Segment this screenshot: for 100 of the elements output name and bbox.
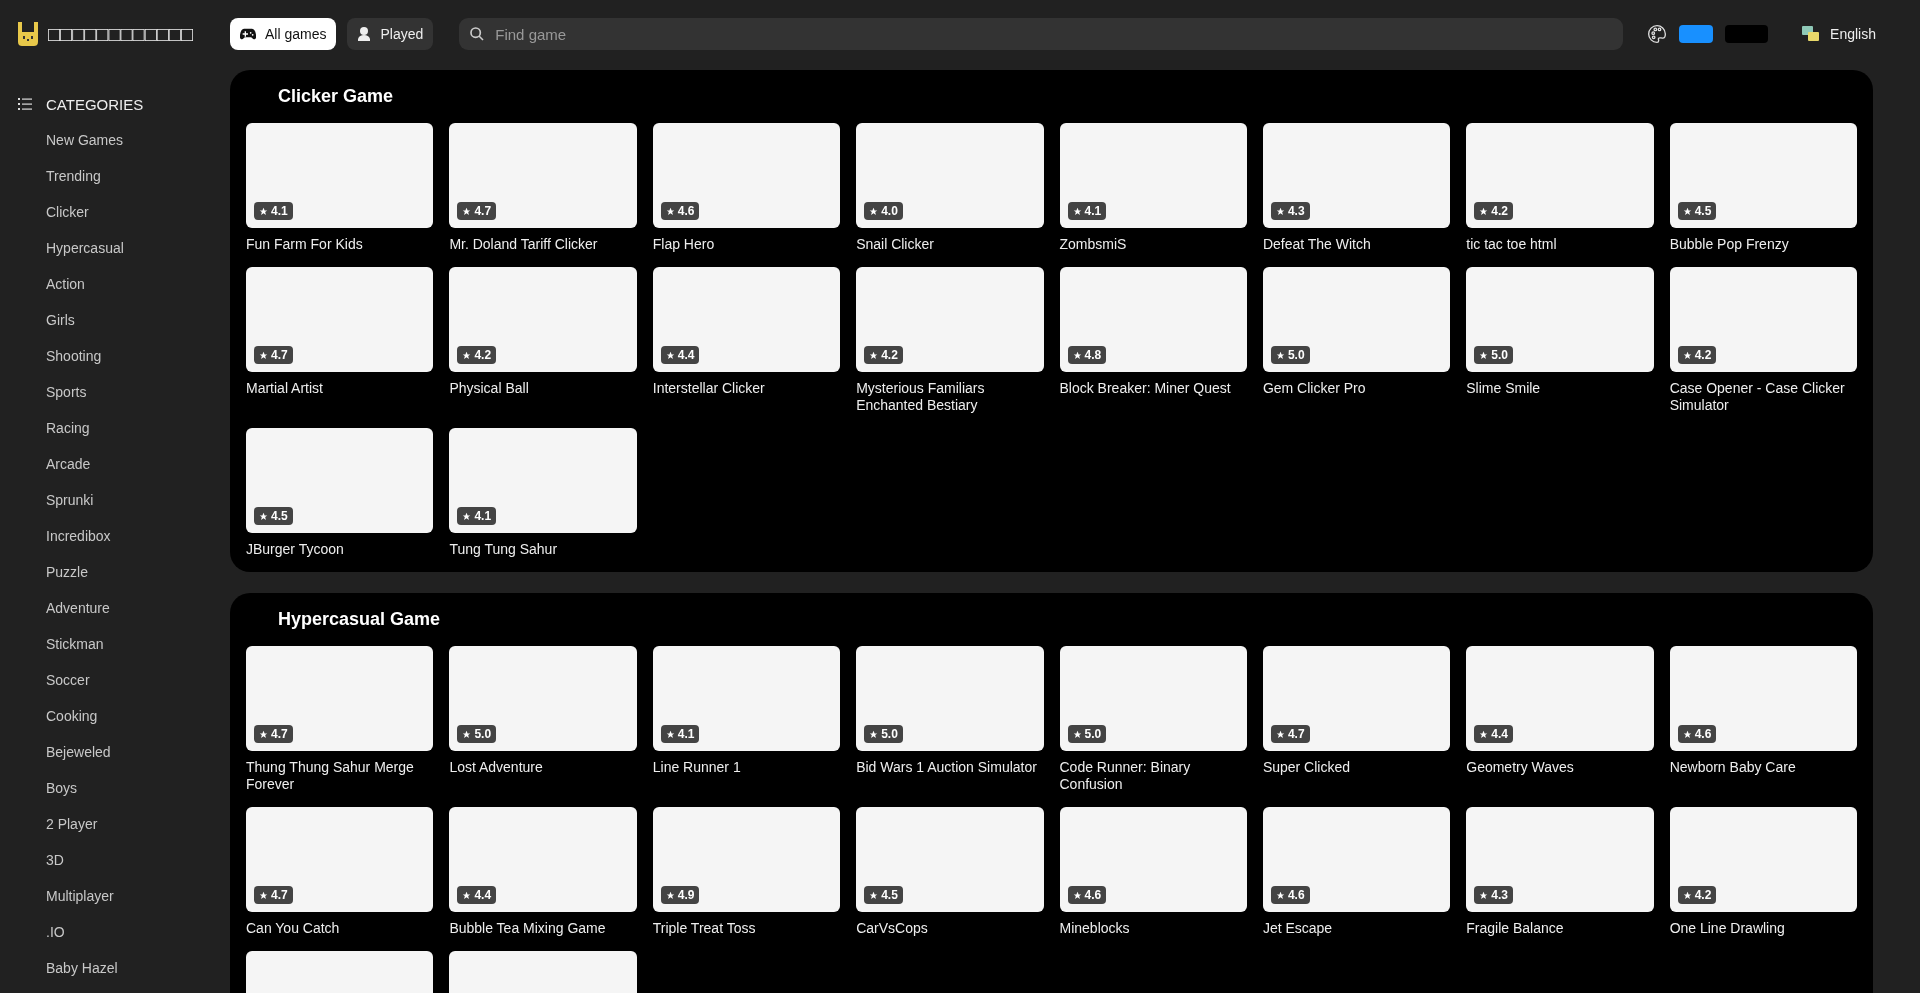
game-title[interactable]: CarVsCops [856,920,1044,937]
category-link[interactable]: New Games [18,128,230,164]
game-title[interactable]: Tung Tung Sahur [449,541,637,558]
game-title[interactable]: Bubble Tea Mixing Game [449,920,637,937]
game-title[interactable]: Mr. Doland Tariff Clicker [449,236,637,253]
game-title[interactable]: Code Runner: Binary Confusion [1059,759,1247,793]
category-link[interactable]: Boys [18,776,230,812]
theme-swatch[interactable] [1725,25,1769,43]
category-link[interactable]: Baby Hazel [18,956,230,992]
game-title[interactable]: Line Runner 1 [652,759,841,776]
category-link[interactable]: Multiplayer [18,884,230,920]
game-title[interactable]: Bid Wars 1 Auction Simulator [856,759,1044,776]
game-title[interactable]: Geometry Waves [1466,759,1654,776]
category-link[interactable]: Trending [18,164,230,200]
game-thumbnail[interactable]: 4.1 [1059,123,1247,228]
game-thumbnail[interactable]: 4.8 [1059,267,1247,372]
language-button[interactable]: English [1802,26,1884,42]
game-title[interactable]: JBurger Tycoon [246,541,434,558]
category-link[interactable]: 2 Player [18,812,230,848]
game-title[interactable]: Martial Artist [246,380,434,397]
game-thumbnail[interactable]: 5.0 [1262,267,1451,372]
category-link[interactable]: .IO [18,920,230,956]
category-link[interactable]: Sprunki [18,488,230,524]
game-thumbnail[interactable]: 4.2 [449,267,637,372]
game-thumbnail[interactable]: 4.3 [1262,123,1451,228]
game-thumbnail[interactable]: 4.2 [1669,807,1857,912]
game-thumbnail[interactable]: 4.4 [1466,646,1654,751]
category-link[interactable]: Adventure [18,596,230,632]
category-link[interactable]: Sports [18,380,230,416]
game-thumbnail[interactable]: 4.2 [856,267,1044,372]
game-thumbnail[interactable]: 4.3 [1466,807,1654,912]
game-title[interactable]: ZombsmiS [1059,236,1247,253]
category-link[interactable]: Stickman [18,632,230,668]
game-title[interactable]: Fun Farm For Kids [246,236,434,253]
game-title[interactable]: Gem Clicker Pro [1262,380,1451,397]
category-link[interactable]: Shooting [18,344,230,380]
category-link[interactable]: Soccer [18,668,230,704]
category-link[interactable]: Arcade [18,452,230,488]
game-title[interactable]: Case Opener - Case Clicker Simulator [1669,380,1857,414]
game-title[interactable]: Newborn Baby Care [1669,759,1857,776]
game-thumbnail[interactable]: 4.7 [246,267,434,372]
game-title[interactable]: Fragile Balance [1466,920,1654,937]
game-title[interactable]: One Line Drawling [1669,920,1857,937]
game-title[interactable]: Triple Treat Toss [652,920,841,937]
site-logo-text[interactable]: □□□□□□□□□□□□ [48,22,193,46]
game-thumbnail[interactable]: 4.0 [856,123,1044,228]
category-link[interactable]: Girls [18,308,230,344]
category-link[interactable]: Racing [18,416,230,452]
game-thumbnail[interactable]: 4.7 [246,807,434,912]
game-thumbnail[interactable]: 5.0 [449,646,637,751]
game-thumbnail[interactable]: 4.1 [246,123,434,228]
category-link[interactable]: Action [18,272,230,308]
game-thumbnail[interactable]: 4.5 [246,428,434,533]
game-title[interactable]: Slime Smile [1466,380,1654,397]
game-thumbnail[interactable]: 4.2 [1669,267,1857,372]
game-thumbnail[interactable]: 4.4 [449,807,637,912]
game-thumbnail[interactable]: 5.0 [856,646,1044,751]
category-link[interactable]: Bejeweled [18,740,230,776]
game-title[interactable]: Thung Thung Sahur Merge Forever [246,759,434,793]
game-thumbnail[interactable]: 4.5 [856,807,1044,912]
category-link[interactable]: Clicker [18,200,230,236]
game-thumbnail[interactable]: 4.6 [1262,807,1451,912]
theme-swatch[interactable] [1679,25,1714,43]
game-thumbnail[interactable]: 5.0 [1466,267,1654,372]
game-title[interactable]: Snail Clicker [856,236,1044,253]
game-thumbnail[interactable]: 4.6 [652,123,841,228]
game-thumbnail[interactable]: 4.7 [246,646,434,751]
game-thumbnail[interactable]: 4.1 [449,428,637,533]
game-title[interactable]: Interstellar Clicker [652,380,841,397]
nav-tab[interactable]: Played [347,18,434,50]
game-thumbnail[interactable]: 4.5 [1669,123,1857,228]
category-link[interactable]: Hypercasual [18,236,230,272]
game-title[interactable]: Mineblocks [1059,920,1247,937]
search-field[interactable]: Find game [459,18,1624,50]
game-thumbnail[interactable]: 4.6 [1059,807,1247,912]
game-title[interactable]: Block Breaker: Miner Quest [1059,380,1247,397]
category-link[interactable]: 3D [18,848,230,884]
game-thumbnail[interactable]: 4.9 [652,807,841,912]
game-thumbnail[interactable]: 4.6 [1669,646,1857,751]
game-title[interactable]: Jet Escape [1262,920,1451,937]
game-title[interactable]: Super Clicked [1262,759,1451,776]
game-thumbnail[interactable]: 5.0 [1059,646,1247,751]
game-thumbnail[interactable]: 4.4 [652,267,841,372]
game-title[interactable]: Can You Catch [246,920,434,937]
game-title[interactable]: tic tac toe html [1466,236,1654,253]
nav-tab[interactable]: All games [230,18,337,50]
category-link[interactable]: Cooking [18,704,230,740]
category-link[interactable]: Puzzle [18,560,230,596]
game-thumbnail[interactable]: 4.2 [1466,123,1654,228]
palette-icon[interactable] [1647,24,1668,44]
game-thumbnail[interactable]: 4.7 [1262,646,1451,751]
category-link[interactable]: Incredibox [18,524,230,560]
game-title[interactable]: Defeat The Witch [1262,236,1451,253]
game-title[interactable]: Flap Hero [652,236,841,253]
game-title[interactable]: Mysterious Familiars Enchanted Bestiary [856,380,1044,414]
game-thumbnail[interactable]: 4.7 [449,123,637,228]
game-title[interactable]: Bubble Pop Frenzy [1669,236,1857,253]
game-thumbnail[interactable]: 4.1 [652,646,841,751]
game-title[interactable]: Physical Ball [449,380,637,397]
game-title[interactable]: Lost Adventure [449,759,637,776]
